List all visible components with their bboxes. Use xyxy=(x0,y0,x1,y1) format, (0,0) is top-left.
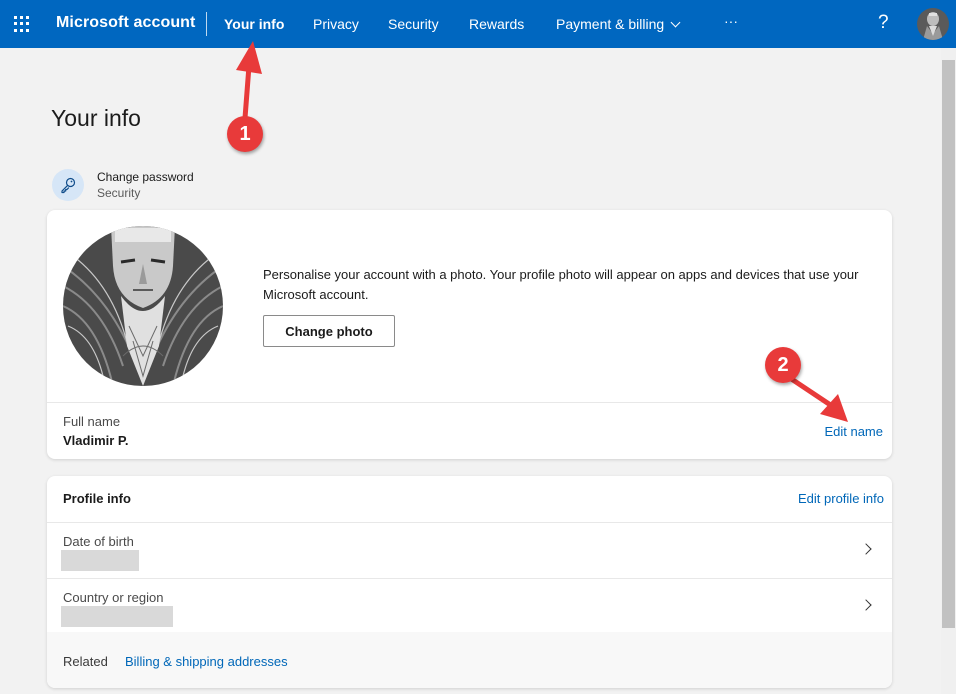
change-password-subtitle: Security xyxy=(97,186,141,200)
related-section: Related Billing & shipping addresses xyxy=(47,632,892,688)
country-region-row[interactable]: Country or region xyxy=(47,579,892,635)
date-of-birth-label: Date of birth xyxy=(63,534,134,549)
country-region-value-redacted xyxy=(61,606,173,627)
annotation-arrow-1 xyxy=(236,41,262,120)
profile-photo xyxy=(63,226,223,386)
profile-info-card: Profile info Edit profile info Date of b… xyxy=(47,476,892,688)
change-photo-button[interactable]: Change photo xyxy=(263,315,395,347)
nav-divider xyxy=(206,12,207,36)
change-password-title: Change password xyxy=(97,170,194,184)
related-label: Related xyxy=(63,654,108,669)
date-of-birth-row[interactable]: Date of birth xyxy=(47,523,892,579)
chevron-down-icon xyxy=(670,17,681,28)
top-navigation-bar: Microsoft account Your info Privacy Secu… xyxy=(0,0,956,48)
avatar[interactable] xyxy=(917,8,949,40)
nav-rewards[interactable]: Rewards xyxy=(469,16,524,32)
country-region-label: Country or region xyxy=(63,590,164,605)
annotation-badge-1: 1 xyxy=(227,116,263,152)
page-title: Your info xyxy=(51,105,141,131)
full-name-value: Vladimir P. xyxy=(63,433,129,448)
nav-privacy[interactable]: Privacy xyxy=(313,16,359,32)
brand-title[interactable]: Microsoft account xyxy=(56,14,196,32)
chevron-right-icon xyxy=(860,599,872,611)
nav-security[interactable]: Security xyxy=(388,16,439,32)
chevron-right-icon xyxy=(860,543,872,555)
profile-info-title: Profile info xyxy=(63,491,131,506)
waffle-icon[interactable] xyxy=(14,16,30,32)
scrollbar-thumb[interactable] xyxy=(942,60,955,628)
change-password-link[interactable]: Change password Security xyxy=(52,169,194,201)
date-of-birth-value-redacted xyxy=(61,550,139,571)
nav-your-info[interactable]: Your info xyxy=(224,16,284,32)
nav-payment-billing-label: Payment & billing xyxy=(556,16,665,32)
nav-more-button[interactable]: ··· xyxy=(724,13,738,29)
edit-name-link[interactable]: Edit name xyxy=(824,424,883,439)
card-divider xyxy=(47,402,892,403)
key-icon xyxy=(52,169,84,201)
photo-description: Personalise your account with a photo. Y… xyxy=(263,267,859,302)
annotation-badge-2: 2 xyxy=(765,347,801,383)
nav-payment-billing[interactable]: Payment & billing xyxy=(556,16,681,32)
vertical-scrollbar[interactable] xyxy=(941,48,956,694)
profile-photo-card: Personalise your account with a photo. Y… xyxy=(47,210,892,459)
billing-shipping-link[interactable]: Billing & shipping addresses xyxy=(125,654,288,669)
full-name-label: Full name xyxy=(63,414,121,429)
help-icon[interactable]: ? xyxy=(878,12,889,34)
edit-profile-info-link[interactable]: Edit profile info xyxy=(798,491,884,506)
